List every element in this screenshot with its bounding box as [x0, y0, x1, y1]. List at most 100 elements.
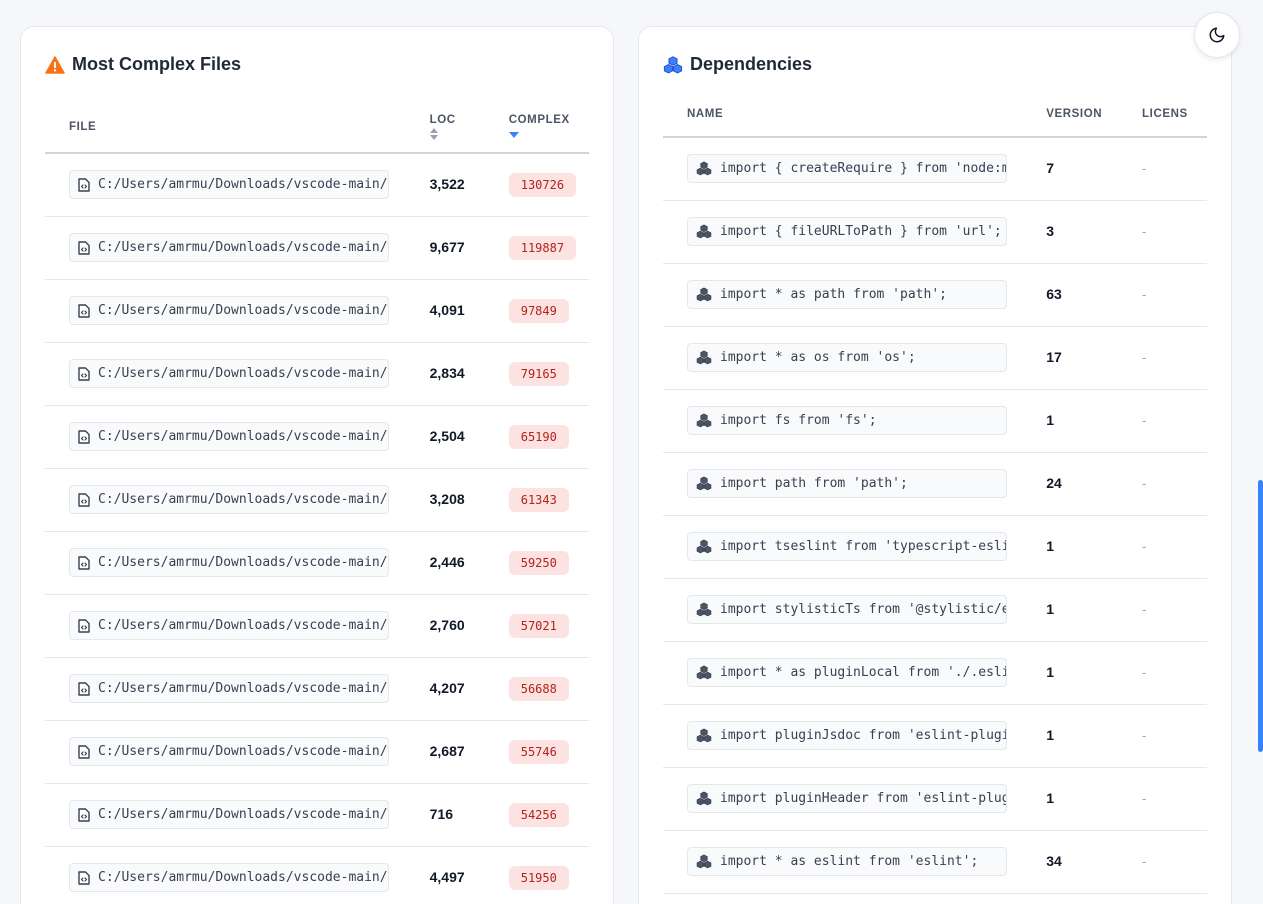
table-row[interactable]: import * as os from 'os'; 17 - [663, 326, 1207, 390]
file-path-chip[interactable]: C:/Users/amrmu/Downloads/vscode-main/v [69, 296, 389, 325]
column-header-file[interactable]: FILE [45, 102, 406, 154]
table-row[interactable]: import * as pluginLocal from './.eslin 1 - [663, 641, 1207, 705]
license-cell: - [1118, 263, 1207, 327]
file-code-icon [78, 744, 90, 759]
column-header-complexity-label: COMPLEX [508, 114, 570, 126]
file-path-chip[interactable]: C:/Users/amrmu/Downloads/vscode-main/v [69, 611, 389, 640]
complexity-badge: 59250 [508, 550, 569, 575]
file-path-text: C:/Users/amrmu/Downloads/vscode-main/v [98, 492, 388, 507]
table-row[interactable]: import { createRequire } from 'node:mo 7 - [663, 137, 1207, 201]
file-path-chip[interactable]: C:/Users/amrmu/Downloads/vscode-main/v [69, 422, 389, 451]
page-scrollbar-thumb[interactable] [1258, 480, 1263, 752]
loc-cell: 716 [405, 783, 485, 847]
license-value: - [1142, 160, 1147, 176]
table-row[interactable]: import * as eslint from 'eslint'; 34 - [663, 830, 1207, 894]
loc-cell: 3,522 [405, 153, 485, 217]
column-header-name[interactable]: NAME [663, 102, 1023, 138]
loc-value: 716 [429, 805, 453, 822]
file-cell: C:/Users/amrmu/Downloads/vscode-main/v [45, 846, 406, 904]
table-row[interactable]: C:/Users/amrmu/Downloads/vscode-main/v 4,… [45, 657, 589, 721]
file-path-chip[interactable]: C:/Users/amrmu/Downloads/vscode-main/v [69, 548, 389, 577]
complexity-cell: 61343 [484, 468, 589, 532]
file-cell: C:/Users/amrmu/Downloads/vscode-main/v [45, 405, 406, 469]
file-path-chip[interactable]: C:/Users/amrmu/Downloads/vscode-main/v [69, 359, 389, 388]
file-path-chip[interactable]: C:/Users/amrmu/Downloads/vscode-main/v [69, 170, 389, 200]
dependency-name-chip[interactable]: import fs from 'fs'; [687, 406, 1007, 435]
file-path-chip[interactable]: C:/Users/amrmu/Downloads/vscode-main/v [69, 737, 389, 766]
cubes-icon [696, 791, 712, 806]
dependency-name-chip[interactable]: import * as os from 'os'; [687, 343, 1007, 372]
table-row[interactable]: import path from 'path'; 24 - [663, 452, 1207, 516]
table-row[interactable]: C:/Users/amrmu/Downloads/vscode-main/v 2,… [45, 720, 589, 784]
table-row[interactable]: import tseslint from 'typescript-eslint 1… [663, 515, 1207, 579]
version-cell: 17 [1022, 326, 1119, 390]
table-row[interactable]: C:/Users/amrmu/Downloads/vscode-main/v 2,… [45, 531, 589, 595]
sort-desc-icon[interactable] [508, 128, 589, 140]
column-header-version[interactable]: VERSION [1022, 102, 1119, 138]
table-row[interactable]: C:/Users/amrmu/Downloads/vscode-main/v 9,… [45, 216, 589, 280]
file-path-text: C:/Users/amrmu/Downloads/vscode-main/v [98, 870, 388, 885]
loc-value: 2,760 [429, 616, 465, 633]
dependency-name-chip[interactable]: import * as eslint from 'eslint'; [687, 847, 1007, 876]
loc-value: 2,687 [429, 742, 465, 759]
column-header-loc-label: LOC [429, 114, 456, 126]
loc-value: 4,207 [429, 679, 465, 696]
dependency-name-chip[interactable]: import stylisticTs from '@stylistic/es [687, 595, 1007, 624]
table-row[interactable]: C:/Users/amrmu/Downloads/vscode-main/v 3,… [45, 153, 589, 217]
table-row[interactable]: C:/Users/amrmu/Downloads/vscode-main/v 3,… [45, 468, 589, 532]
loc-value: 2,504 [429, 427, 465, 444]
table-row[interactable]: import stylisticTs from '@stylistic/es 1 - [663, 578, 1207, 642]
table-row[interactable]: import pluginHeader from 'eslint-plug 1 - [663, 767, 1207, 831]
table-row[interactable]: C:/Users/amrmu/Downloads/vscode-main/v 71… [45, 783, 589, 847]
file-path-chip[interactable]: C:/Users/amrmu/Downloads/vscode-main/v [69, 233, 389, 262]
dependency-name-chip[interactable]: import * as path from 'path'; [687, 280, 1007, 309]
dependencies-card: Dependencies NAME VERSION LICENS import … [638, 26, 1232, 904]
license-value: - [1142, 349, 1147, 365]
table-row[interactable]: import pluginJsdoc from 'eslint-plugin 1 - [663, 704, 1207, 768]
dependencies-table: NAME VERSION LICENS import { createRequi… [663, 102, 1207, 894]
dependency-name-chip[interactable]: import * as pluginLocal from './.eslin [687, 658, 1007, 687]
file-path-text: C:/Users/amrmu/Downloads/vscode-main/v [98, 303, 388, 318]
table-row[interactable]: import { fileURLToPath } from 'url'; 3 - [663, 200, 1207, 264]
file-cell: C:/Users/amrmu/Downloads/vscode-main/v [45, 216, 406, 280]
dependency-name-chip[interactable]: import pluginJsdoc from 'eslint-plugin [687, 721, 1007, 750]
sort-icon[interactable] [429, 128, 485, 140]
dependency-name-chip[interactable]: import { fileURLToPath } from 'url'; [687, 217, 1007, 246]
dependency-name-chip[interactable]: import { createRequire } from 'node:mo [687, 154, 1007, 184]
column-header-license[interactable]: LICENS [1118, 102, 1207, 138]
cubes-icon [696, 665, 712, 680]
file-path-chip[interactable]: C:/Users/amrmu/Downloads/vscode-main/v [69, 863, 389, 892]
license-cell: - [1118, 326, 1207, 390]
table-row[interactable]: import * as path from 'path'; 63 - [663, 263, 1207, 327]
license-value: - [1142, 790, 1147, 806]
file-path-chip[interactable]: C:/Users/amrmu/Downloads/vscode-main/v [69, 674, 389, 703]
dependencies-header-row: NAME VERSION LICENS [663, 102, 1207, 138]
version-value: 17 [1046, 348, 1062, 365]
file-cell: C:/Users/amrmu/Downloads/vscode-main/v [45, 783, 406, 847]
dependency-name-chip[interactable]: import tseslint from 'typescript-eslint [687, 532, 1007, 561]
complexity-cell: 97849 [484, 279, 589, 343]
file-path-chip[interactable]: C:/Users/amrmu/Downloads/vscode-main/v [69, 485, 389, 514]
license-value: - [1142, 475, 1147, 491]
table-row[interactable]: C:/Users/amrmu/Downloads/vscode-main/v 4,… [45, 846, 589, 904]
dependency-name-cell: import stylisticTs from '@stylistic/es [663, 578, 1023, 642]
dependency-name-chip[interactable]: import pluginHeader from 'eslint-plug [687, 784, 1007, 813]
table-row[interactable]: C:/Users/amrmu/Downloads/vscode-main/v 2,… [45, 594, 589, 658]
file-cell: C:/Users/amrmu/Downloads/vscode-main/v [45, 594, 406, 658]
table-row[interactable]: import fs from 'fs'; 1 - [663, 389, 1207, 453]
table-row[interactable]: C:/Users/amrmu/Downloads/vscode-main/v 2,… [45, 342, 589, 406]
file-path-chip[interactable]: C:/Users/amrmu/Downloads/vscode-main/v [69, 800, 389, 829]
file-path-text: C:/Users/amrmu/Downloads/vscode-main/v [98, 177, 388, 193]
theme-toggle-button[interactable] [1194, 12, 1240, 58]
file-code-icon [78, 366, 90, 381]
license-cell: - [1118, 389, 1207, 453]
column-header-loc[interactable]: LOC [405, 102, 485, 154]
file-path-text: C:/Users/amrmu/Downloads/vscode-main/v [98, 240, 388, 255]
complexity-badge: 55746 [508, 739, 569, 764]
column-header-complexity[interactable]: COMPLEX [484, 102, 589, 154]
table-row[interactable]: C:/Users/amrmu/Downloads/vscode-main/v 4,… [45, 279, 589, 343]
dependency-name-cell: import path from 'path'; [663, 452, 1023, 516]
column-header-file-label: FILE [69, 121, 97, 133]
table-row[interactable]: C:/Users/amrmu/Downloads/vscode-main/v 2,… [45, 405, 589, 469]
dependency-name-chip[interactable]: import path from 'path'; [687, 469, 1007, 498]
